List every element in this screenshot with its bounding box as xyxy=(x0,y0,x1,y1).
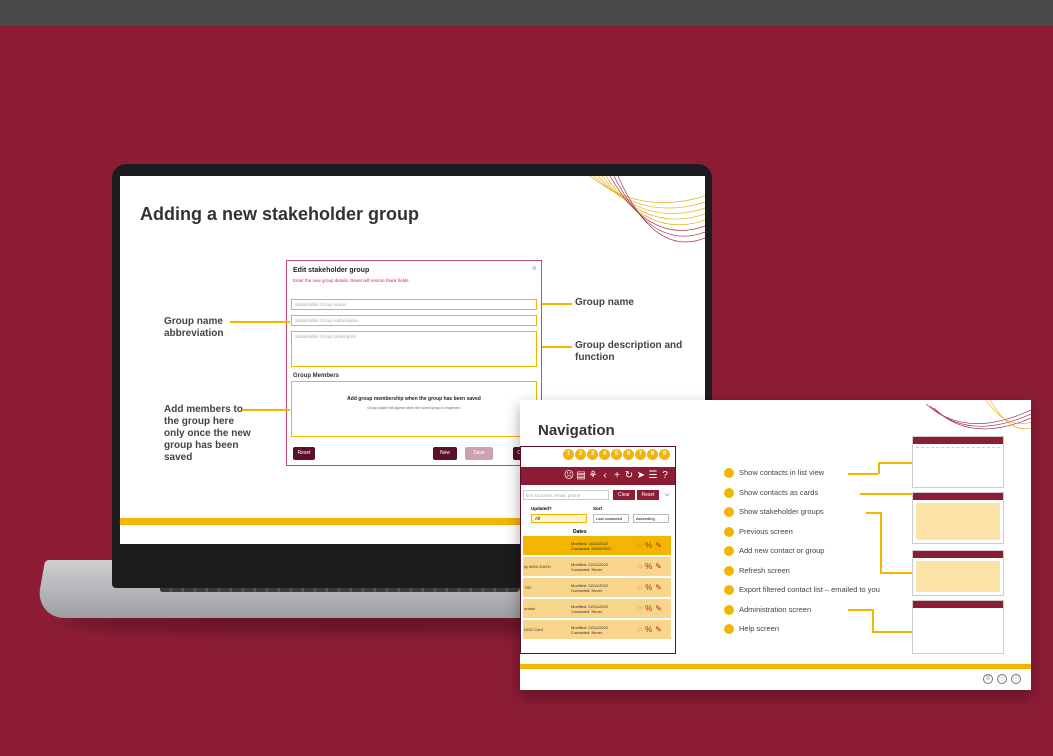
updated-select[interactable]: All xyxy=(531,514,587,523)
nav-legend-item: Add new contact or group xyxy=(724,546,824,557)
nav-number: 3 xyxy=(587,449,598,460)
groups-icon[interactable]: ⚘ xyxy=(587,467,599,485)
save-button[interactable]: Save xyxy=(465,447,493,460)
gold-strip xyxy=(520,664,1031,669)
nav-legend-item: Refresh screen xyxy=(724,566,790,577)
callout-name: Group name xyxy=(575,297,634,308)
cards-view-thumbnail xyxy=(912,492,1004,544)
close-icon[interactable]: × xyxy=(532,263,537,273)
connector-line xyxy=(860,493,912,495)
dialog-title: Edit stakeholder group xyxy=(293,267,370,274)
nav-legend-item: Administration screen xyxy=(724,605,811,616)
slide-title: Adding a new stakeholder group xyxy=(140,204,420,224)
connector-line xyxy=(880,572,912,574)
groups-view-thumbnail xyxy=(912,550,1004,596)
top-bar xyxy=(0,0,1053,26)
app-preview: 1 2 3 4 5 6 7 8 9 ☹ ▤ ⚘ ‹ + ↻ ➤ ☰ ? firs… xyxy=(520,446,676,654)
decorative-waves xyxy=(589,176,705,243)
row-action-icons[interactable]: ◌%✎ xyxy=(637,562,665,571)
nav-number: 7 xyxy=(635,449,646,460)
list-item[interactable]: Modified: 16/11/2022 Contacted: 05/09/202… xyxy=(523,536,671,556)
updated-label: Updated? xyxy=(531,506,552,511)
sort-select[interactable]: Last contacted xyxy=(593,514,629,523)
callout-desc: Group description and function xyxy=(575,340,683,363)
admin-icon[interactable]: ☰ xyxy=(647,467,659,485)
callout-members: Add members to the group here only once … xyxy=(164,404,251,463)
refresh-icon[interactable]: ↻ xyxy=(623,467,635,485)
group-desc-field[interactable]: Stakeholder Group Description xyxy=(291,331,537,367)
group-abbrev-field[interactable]: Stakeholder Group Abbreviation xyxy=(291,315,537,326)
nav-number: 9 xyxy=(659,449,670,460)
connector-line xyxy=(878,462,912,464)
nav-legend-item: Export filtered contact list – emailed t… xyxy=(724,585,880,596)
connector-line xyxy=(878,462,880,474)
row-action-icons[interactable]: ◌%✎ xyxy=(637,625,665,634)
copyright-icon: © xyxy=(983,674,993,684)
export-icon[interactable]: ➤ xyxy=(635,467,647,485)
connector-line xyxy=(872,631,912,633)
person-icon[interactable]: ☹ xyxy=(563,467,575,485)
reset-button[interactable]: Reset xyxy=(637,490,659,500)
help-icon[interactable]: ? xyxy=(659,467,671,485)
dialog-subtitle: Enter the new group details. Reset will … xyxy=(293,278,410,283)
dates-heading: Dates xyxy=(573,529,587,535)
info-icon: ⓘ xyxy=(997,674,1007,684)
group-name-field[interactable]: Stakeholder Group Name xyxy=(291,299,537,310)
callout-line xyxy=(230,321,290,323)
callout-abbrev: Group name abbreviation xyxy=(164,316,224,339)
clear-button[interactable]: Clear xyxy=(613,490,635,500)
row-action-icons[interactable]: ◌%✎ xyxy=(637,541,665,550)
members-small-note: Group picker will appear when the saved … xyxy=(367,406,461,410)
nav-legend-item: Show contacts as cards xyxy=(724,488,818,499)
connector-line xyxy=(848,609,872,611)
nav-number: 2 xyxy=(575,449,586,460)
row-action-icons[interactable]: ◌%✎ xyxy=(637,583,665,592)
search-input[interactable]: first surname, email, phone xyxy=(523,490,609,500)
list-item[interactable]: ky AHDI DASH Modified: 02/11/2022 Contact… xyxy=(523,557,671,577)
members-note: Add group membership when the group has … xyxy=(347,396,481,402)
order-select[interactable]: Ascending xyxy=(633,514,669,523)
navigation-slide: Navigation 1 2 3 4 5 6 7 8 9 ☹ ▤ ⚘ ‹ + ↻… xyxy=(520,400,1031,690)
members-heading: Group Members xyxy=(293,373,340,379)
edit-group-dialog: Edit stakeholder group Enter the new gro… xyxy=(286,260,542,466)
connector-line xyxy=(880,512,882,572)
connector-line xyxy=(872,609,874,631)
reset-button[interactable]: Reset xyxy=(293,447,315,460)
callout-line xyxy=(242,409,290,411)
connector-line xyxy=(866,512,880,514)
list-item[interactable]: DGO Corr! Modified: 02/11/2022 Contacted:… xyxy=(523,620,671,640)
nav-legend-item: Show stakeholder groups xyxy=(724,507,824,518)
row-action-icons[interactable]: ◌%✎ xyxy=(637,604,665,613)
nav-number: 4 xyxy=(599,449,610,460)
navigation-title: Navigation xyxy=(538,422,615,439)
nav-number: 1 xyxy=(563,449,574,460)
nav-legend-item: Help screen xyxy=(724,624,779,635)
nav-legend-item: Previous screen xyxy=(724,527,793,538)
list-view-thumbnail xyxy=(912,436,1004,488)
nav-number: 6 xyxy=(623,449,634,460)
nav-number: 8 xyxy=(647,449,658,460)
sort-label: Sort xyxy=(593,506,602,511)
cards-icon[interactable]: ▤ xyxy=(575,467,587,485)
callout-line xyxy=(542,303,572,305)
list-item[interactable]: ontact Modified: 02/11/2022 Contacted: Ne… xyxy=(523,599,671,619)
chevron-down-icon[interactable]: ⌄ xyxy=(663,488,671,499)
admin-view-thumbnail xyxy=(912,600,1004,654)
nav-legend-item: Show contacts in list view xyxy=(724,468,824,479)
list-item[interactable]: TS2 Modified: 02/11/2022 Contacted: Never… xyxy=(523,578,671,598)
callout-line xyxy=(542,346,572,348)
info-icon: ⓘ xyxy=(1011,674,1021,684)
nav-number: 5 xyxy=(611,449,622,460)
connector-line xyxy=(848,473,878,475)
back-icon[interactable]: ‹ xyxy=(599,467,611,485)
new-button[interactable]: New xyxy=(433,447,457,460)
add-icon[interactable]: + xyxy=(611,467,623,485)
members-box: Add group membership when the group has … xyxy=(291,381,537,437)
